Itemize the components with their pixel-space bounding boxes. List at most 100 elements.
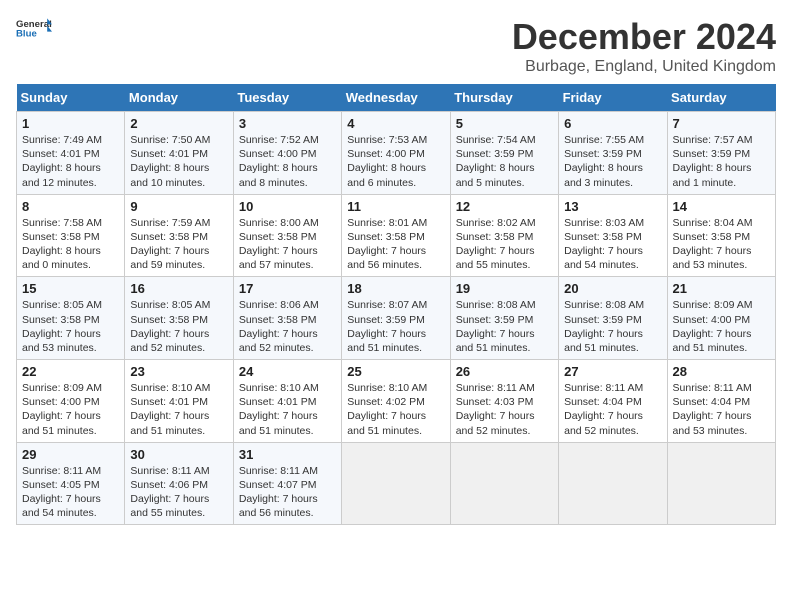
calendar-cell: 21 Sunrise: 8:09 AM Sunset: 4:00 PM Dayli… [667,277,775,360]
day-info: Sunrise: 8:10 AM Sunset: 4:01 PM Dayligh… [130,381,227,438]
calendar-row-2: 15 Sunrise: 8:05 AM Sunset: 3:58 PM Dayli… [17,277,776,360]
calendar-cell: 11 Sunrise: 8:01 AM Sunset: 3:58 PM Dayli… [342,194,450,277]
day-number: 15 [22,281,119,296]
calendar-cell: 24Sunrise: 8:10 AM Sunset: 4:01 PM Dayli… [233,360,341,443]
day-number: 31 [239,447,336,462]
day-number: 19 [456,281,553,296]
subtitle: Burbage, England, United Kingdom [512,58,776,76]
calendar-cell: 15Sunrise: 8:05 AM Sunset: 3:58 PM Dayli… [17,277,125,360]
day-info: Sunrise: 7:58 AM Sunset: 3:58 PM Dayligh… [22,216,119,273]
calendar-cell: 7 Sunrise: 7:57 AM Sunset: 3:59 PM Daylig… [667,112,775,195]
calendar-cell: 17 Sunrise: 8:06 AM Sunset: 3:58 PM Dayli… [233,277,341,360]
day-number: 24 [239,364,336,379]
calendar-cell [559,442,667,525]
day-number: 5 [456,116,553,131]
day-info: Sunrise: 8:11 AM Sunset: 4:06 PM Dayligh… [130,464,227,521]
calendar-cell: 22Sunrise: 8:09 AM Sunset: 4:00 PM Dayli… [17,360,125,443]
day-info: Sunrise: 7:55 AM Sunset: 3:59 PM Dayligh… [564,133,661,190]
day-number: 28 [673,364,770,379]
day-number: 21 [673,281,770,296]
day-number: 17 [239,281,336,296]
calendar-cell [667,442,775,525]
calendar-cell: 10Sunrise: 8:00 AM Sunset: 3:58 PM Dayli… [233,194,341,277]
main-title: December 2024 [512,16,776,58]
day-number: 9 [130,199,227,214]
dow-saturday: Saturday [667,84,775,112]
day-info: Sunrise: 8:07 AM Sunset: 3:59 PM Dayligh… [347,298,444,355]
calendar-row-0: 1 Sunrise: 7:49 AM Sunset: 4:01 PM Daylig… [17,112,776,195]
calendar-cell: 3Sunrise: 7:52 AM Sunset: 4:00 PM Daylig… [233,112,341,195]
calendar-cell [342,442,450,525]
calendar-cell: 2 Sunrise: 7:50 AM Sunset: 4:01 PM Daylig… [125,112,233,195]
day-info: Sunrise: 8:03 AM Sunset: 3:58 PM Dayligh… [564,216,661,273]
dow-tuesday: Tuesday [233,84,341,112]
day-number: 10 [239,199,336,214]
day-number: 20 [564,281,661,296]
calendar-cell: 27 Sunrise: 8:11 AM Sunset: 4:04 PM Dayli… [559,360,667,443]
day-info: Sunrise: 8:09 AM Sunset: 4:00 PM Dayligh… [673,298,770,355]
calendar-cell: 9 Sunrise: 7:59 AM Sunset: 3:58 PM Daylig… [125,194,233,277]
dow-wednesday: Wednesday [342,84,450,112]
dow-friday: Friday [559,84,667,112]
day-info: Sunrise: 7:53 AM Sunset: 4:00 PM Dayligh… [347,133,444,190]
calendar-row-3: 22Sunrise: 8:09 AM Sunset: 4:00 PM Dayli… [17,360,776,443]
svg-text:Blue: Blue [16,28,37,39]
calendar-cell: 1 Sunrise: 7:49 AM Sunset: 4:01 PM Daylig… [17,112,125,195]
calendar-cell [450,442,558,525]
calendar-cell: 18Sunrise: 8:07 AM Sunset: 3:59 PM Dayli… [342,277,450,360]
day-number: 29 [22,447,119,462]
day-number: 14 [673,199,770,214]
day-info: Sunrise: 8:08 AM Sunset: 3:59 PM Dayligh… [456,298,553,355]
logo: General Blue [16,16,52,40]
day-info: Sunrise: 8:11 AM Sunset: 4:03 PM Dayligh… [456,381,553,438]
calendar-cell: 8 Sunrise: 7:58 AM Sunset: 3:58 PM Daylig… [17,194,125,277]
day-info: Sunrise: 8:10 AM Sunset: 4:02 PM Dayligh… [347,381,444,438]
day-number: 27 [564,364,661,379]
day-info: Sunrise: 7:57 AM Sunset: 3:59 PM Dayligh… [673,133,770,190]
calendar-table: SundayMondayTuesdayWednesdayThursdayFrid… [16,84,776,525]
day-number: 16 [130,281,227,296]
day-number: 23 [130,364,227,379]
day-info: Sunrise: 7:54 AM Sunset: 3:59 PM Dayligh… [456,133,553,190]
calendar-cell: 25Sunrise: 8:10 AM Sunset: 4:02 PM Dayli… [342,360,450,443]
calendar-cell: 29Sunrise: 8:11 AM Sunset: 4:05 PM Dayli… [17,442,125,525]
calendar-cell: 6 Sunrise: 7:55 AM Sunset: 3:59 PM Daylig… [559,112,667,195]
day-info: Sunrise: 8:11 AM Sunset: 4:07 PM Dayligh… [239,464,336,521]
dow-sunday: Sunday [17,84,125,112]
day-info: Sunrise: 7:49 AM Sunset: 4:01 PM Dayligh… [22,133,119,190]
calendar-cell: 16 Sunrise: 8:05 AM Sunset: 3:58 PM Dayli… [125,277,233,360]
header: General Blue December 2024 Burbage, Engl… [16,16,776,76]
day-info: Sunrise: 8:02 AM Sunset: 3:58 PM Dayligh… [456,216,553,273]
day-info: Sunrise: 8:01 AM Sunset: 3:58 PM Dayligh… [347,216,444,273]
day-number: 26 [456,364,553,379]
title-area: December 2024 Burbage, England, United K… [512,16,776,76]
day-info: Sunrise: 7:50 AM Sunset: 4:01 PM Dayligh… [130,133,227,190]
day-number: 1 [22,116,119,131]
day-number: 3 [239,116,336,131]
day-number: 4 [347,116,444,131]
day-info: Sunrise: 8:06 AM Sunset: 3:58 PM Dayligh… [239,298,336,355]
calendar-cell: 20 Sunrise: 8:08 AM Sunset: 3:59 PM Dayli… [559,277,667,360]
calendar-cell: 12Sunrise: 8:02 AM Sunset: 3:58 PM Dayli… [450,194,558,277]
day-info: Sunrise: 8:11 AM Sunset: 4:04 PM Dayligh… [564,381,661,438]
day-info: Sunrise: 8:08 AM Sunset: 3:59 PM Dayligh… [564,298,661,355]
calendar-cell: 26 Sunrise: 8:11 AM Sunset: 4:03 PM Dayli… [450,360,558,443]
calendar-cell: 5 Sunrise: 7:54 AM Sunset: 3:59 PM Daylig… [450,112,558,195]
day-info: Sunrise: 8:05 AM Sunset: 3:58 PM Dayligh… [130,298,227,355]
calendar-cell: 4 Sunrise: 7:53 AM Sunset: 4:00 PM Daylig… [342,112,450,195]
calendar-cell: 30Sunrise: 8:11 AM Sunset: 4:06 PM Dayli… [125,442,233,525]
day-number: 8 [22,199,119,214]
day-number: 2 [130,116,227,131]
day-number: 6 [564,116,661,131]
day-info: Sunrise: 7:59 AM Sunset: 3:58 PM Dayligh… [130,216,227,273]
dow-monday: Monday [125,84,233,112]
day-number: 7 [673,116,770,131]
calendar-cell: 28 Sunrise: 8:11 AM Sunset: 4:04 PM Dayli… [667,360,775,443]
day-number: 11 [347,199,444,214]
calendar-row-4: 29Sunrise: 8:11 AM Sunset: 4:05 PM Dayli… [17,442,776,525]
day-number: 13 [564,199,661,214]
day-info: Sunrise: 8:11 AM Sunset: 4:04 PM Dayligh… [673,381,770,438]
day-number: 22 [22,364,119,379]
day-info: Sunrise: 8:04 AM Sunset: 3:58 PM Dayligh… [673,216,770,273]
calendar-cell: 23 Sunrise: 8:10 AM Sunset: 4:01 PM Dayli… [125,360,233,443]
